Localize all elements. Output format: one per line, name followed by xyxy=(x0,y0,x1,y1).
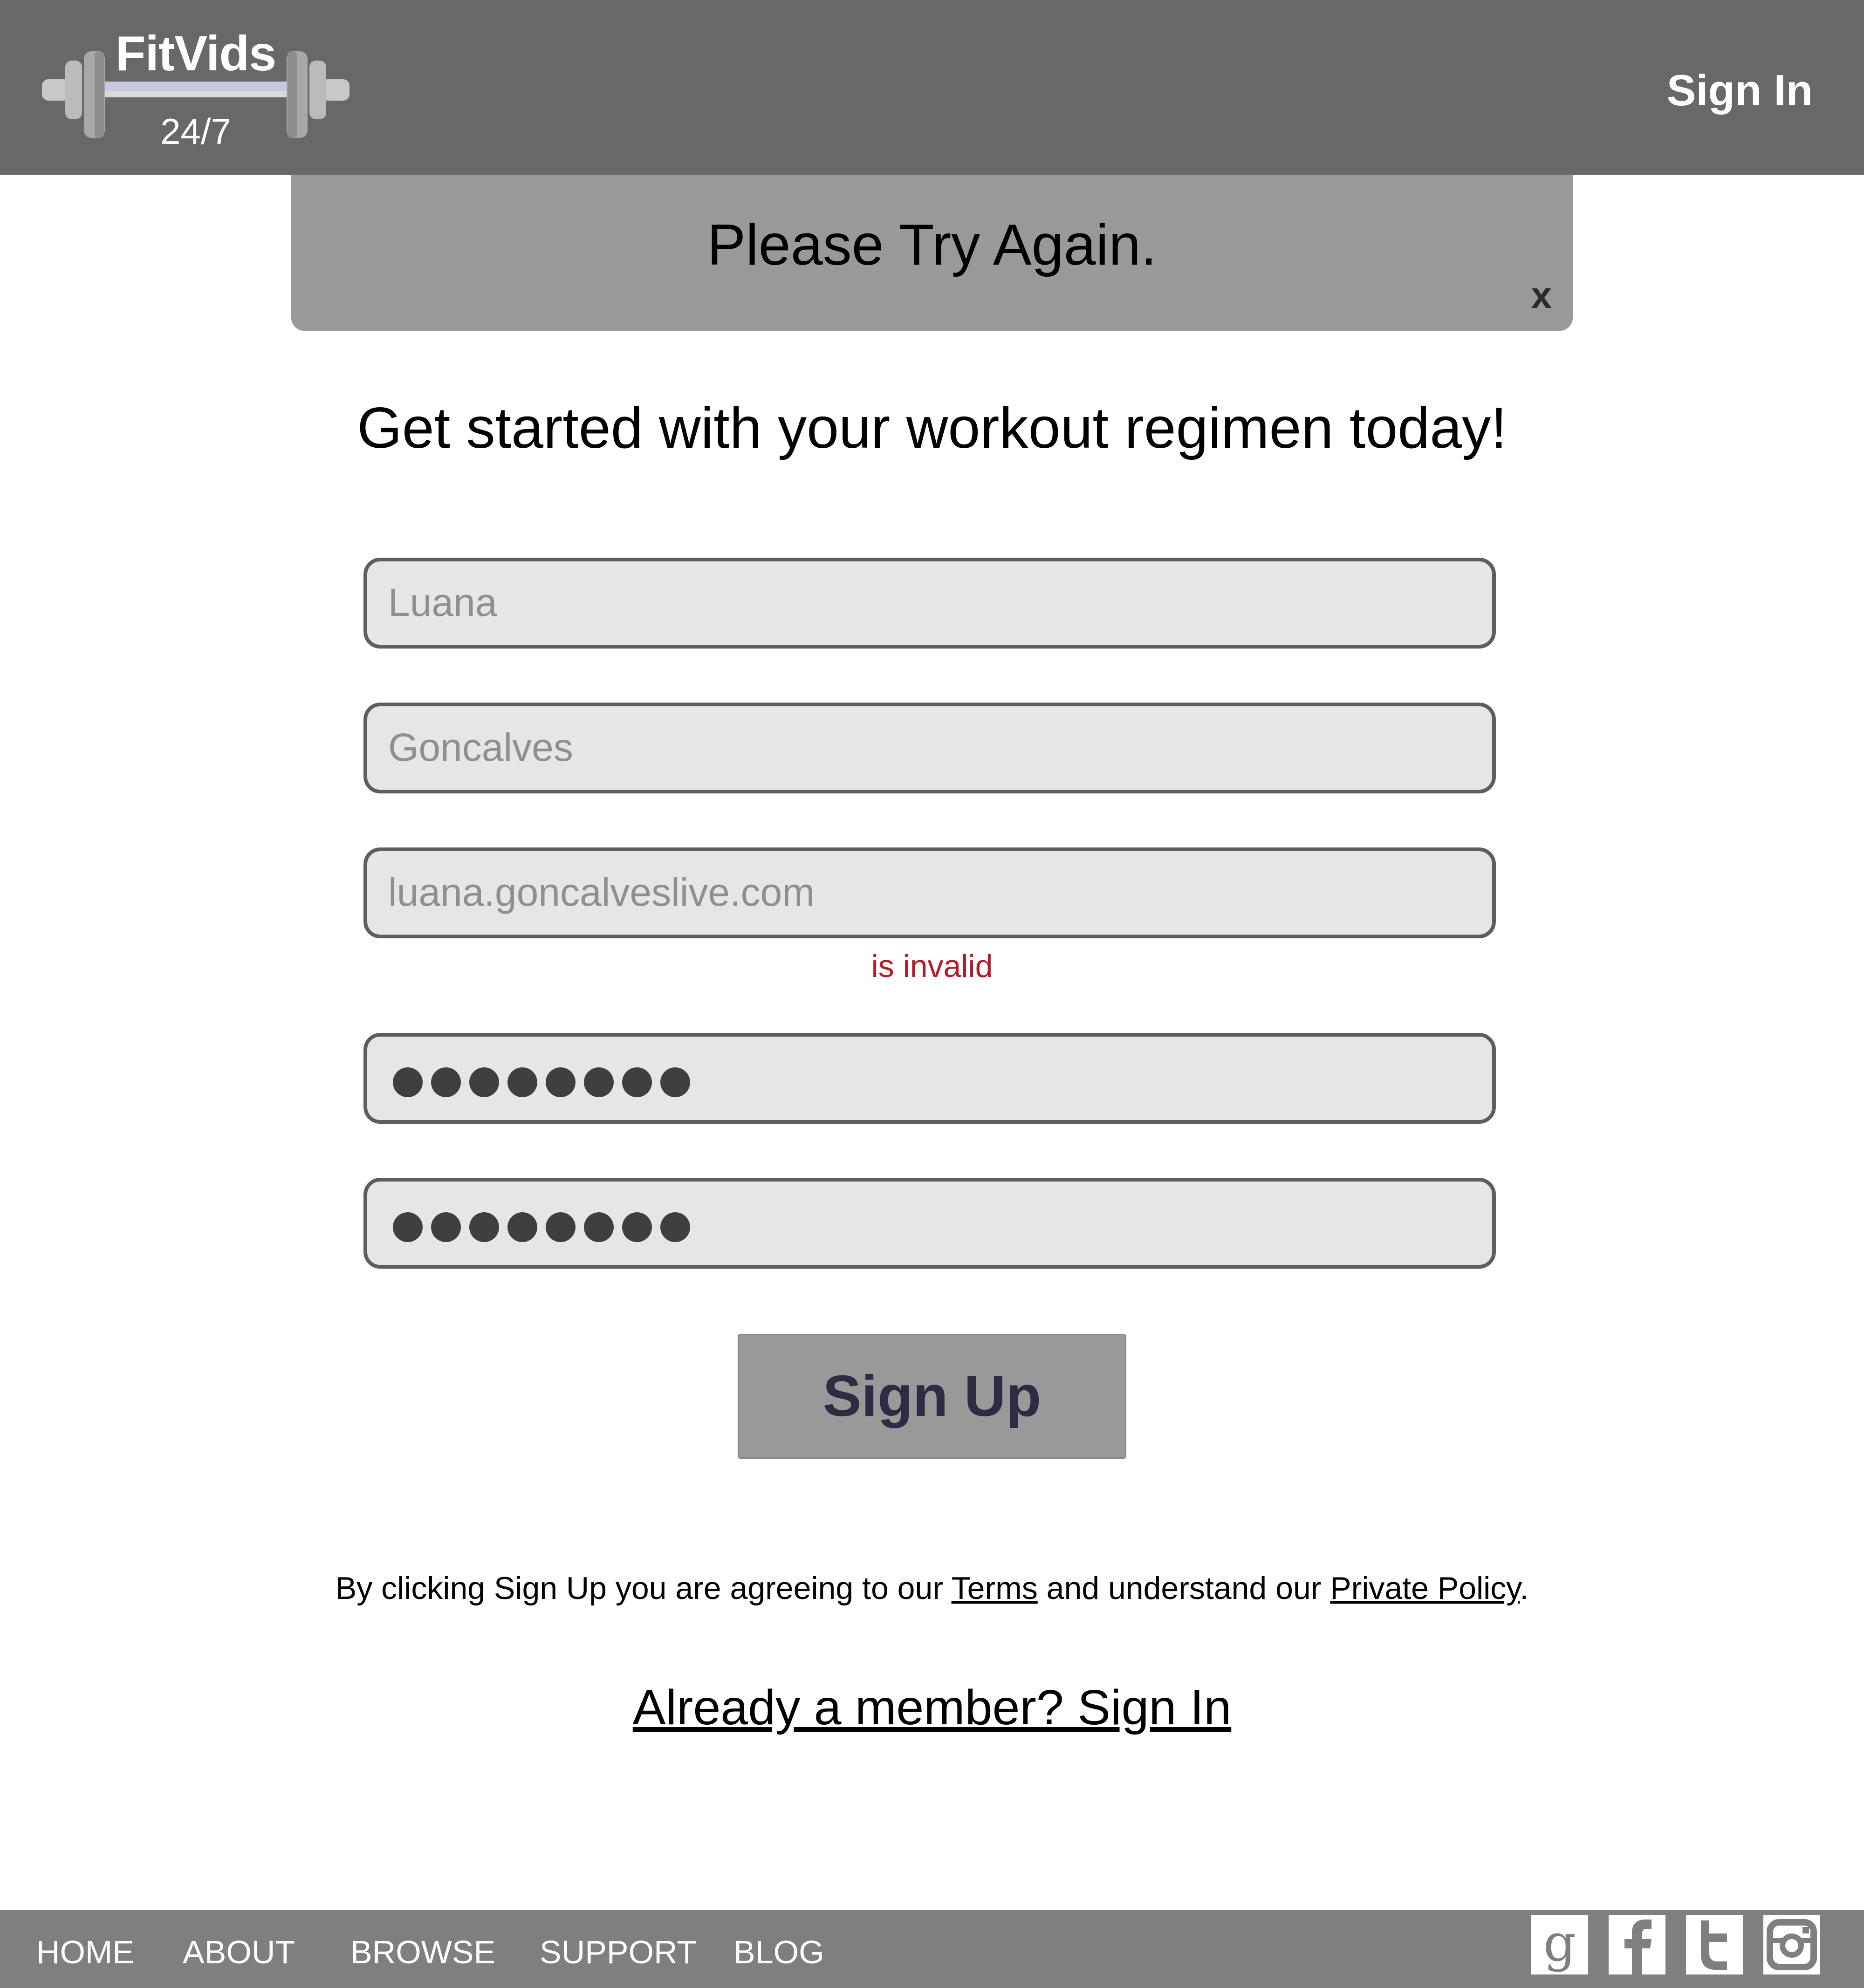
password-mask-dot xyxy=(660,1212,690,1242)
logo-title: FitVids xyxy=(115,26,276,81)
legal-middle: and understand our xyxy=(1037,1571,1330,1606)
password-mask-dot xyxy=(584,1212,614,1242)
last-name-field[interactable]: Goncalves xyxy=(363,703,1496,793)
password-mask-dot xyxy=(469,1067,499,1097)
password-mask-dot xyxy=(660,1067,690,1097)
footer-nav-browse[interactable]: BROWSE xyxy=(350,1933,495,1971)
password-mask-dot xyxy=(469,1212,499,1242)
email-field[interactable]: luana.goncalveslive.com xyxy=(363,847,1496,938)
password-mask-dot xyxy=(546,1212,576,1242)
footer-nav-blog[interactable]: BLOG xyxy=(733,1933,824,1971)
password-mask-dot xyxy=(393,1067,423,1097)
password-mask-dot xyxy=(431,1067,461,1097)
password-mask-dot xyxy=(622,1067,652,1097)
page-headline: Get started with your workout regimen to… xyxy=(357,396,1507,460)
privacy-policy-link[interactable]: Private Policy xyxy=(1330,1571,1520,1606)
close-icon[interactable]: x xyxy=(1531,274,1552,317)
footer-nav-about[interactable]: ABOUT xyxy=(183,1933,295,1971)
banner-message: Please Try Again. xyxy=(707,213,1157,277)
google-icon[interactable]: g xyxy=(1531,1915,1588,1974)
password-mask-dot xyxy=(507,1212,537,1242)
confirm-password-field[interactable] xyxy=(363,1178,1496,1269)
facebook-icon[interactable] xyxy=(1609,1915,1665,1974)
already-member-sign-in-link[interactable]: Already a member? Sign In xyxy=(633,1680,1231,1735)
legal-prefix: By clicking Sign Up you are agreeing to … xyxy=(335,1571,952,1606)
sign-up-button[interactable]: Sign Up xyxy=(738,1334,1126,1459)
svg-text:g: g xyxy=(1543,1915,1576,1973)
password-mask xyxy=(393,1067,690,1097)
footer-nav-support[interactable]: SUPPORT xyxy=(540,1933,697,1971)
fitvids-logo[interactable]: FitVids 24/7 xyxy=(40,26,352,156)
confirm-password-mask xyxy=(393,1212,690,1242)
logo-subtitle: 24/7 xyxy=(160,111,231,152)
password-mask-dot xyxy=(431,1212,461,1242)
legal-notice: By clicking Sign Up you are agreeing to … xyxy=(0,1570,1864,1606)
password-mask-dot xyxy=(584,1067,614,1097)
terms-link[interactable]: Terms xyxy=(952,1571,1038,1606)
legal-suffix: . xyxy=(1520,1571,1529,1606)
twitter-icon[interactable] xyxy=(1686,1915,1743,1974)
footer-nav-home[interactable]: HOME xyxy=(36,1933,134,1971)
error-banner: Please Try Again. x xyxy=(291,175,1573,331)
member-sign-in: Already a member? Sign In xyxy=(0,1680,1864,1736)
last-name-value: Goncalves xyxy=(388,725,573,769)
instagram-icon[interactable] xyxy=(1763,1915,1820,1974)
password-mask-dot xyxy=(507,1067,537,1097)
password-field[interactable] xyxy=(363,1033,1496,1124)
first-name-value: Luana xyxy=(388,581,497,624)
email-value: luana.goncalveslive.com xyxy=(388,870,815,914)
first-name-field[interactable]: Luana xyxy=(363,558,1496,649)
email-error-message: is invalid xyxy=(871,949,993,984)
password-mask-dot xyxy=(393,1212,423,1242)
password-mask-dot xyxy=(622,1212,652,1242)
header-sign-in-link[interactable]: Sign In xyxy=(1667,65,1813,116)
password-mask-dot xyxy=(546,1067,576,1097)
top-header: FitVids 24/7 Sign In xyxy=(0,0,1864,175)
